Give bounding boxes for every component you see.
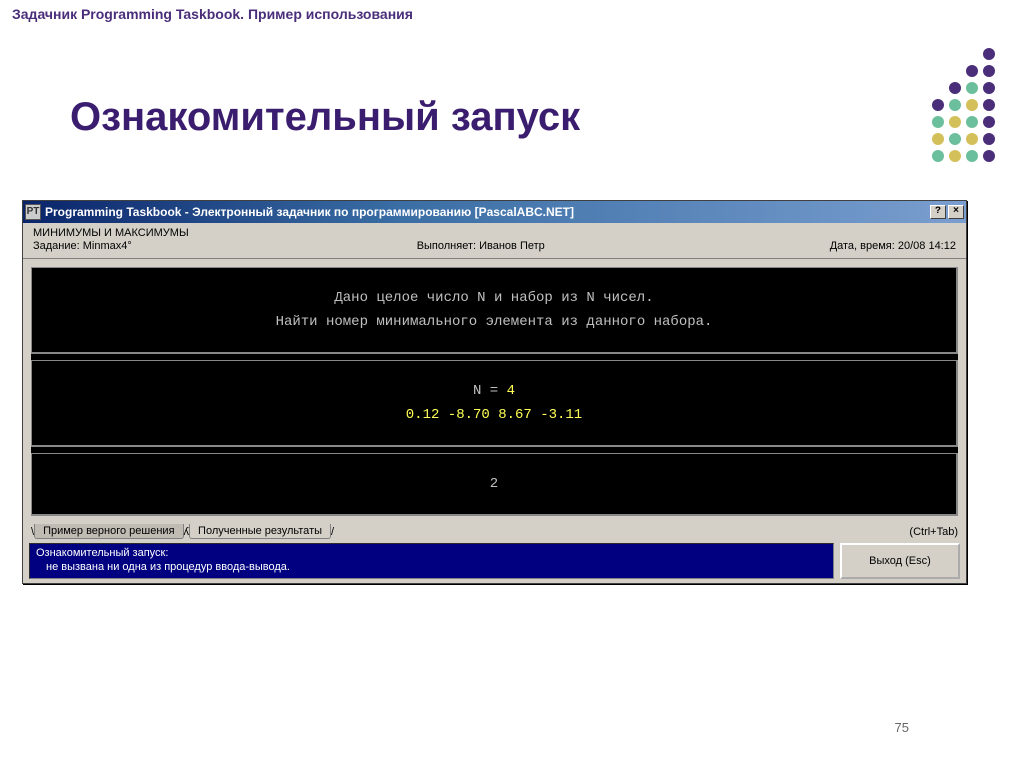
tab-shortcut-hint: (Ctrl+Tab) [909,526,958,538]
input-n-line: N = 4 [42,383,946,399]
task-description-panel: Дано целое число N и набор из N чисел. Н… [31,267,958,354]
tab-results[interactable]: Полученные результаты [189,524,331,539]
datetime-label: Дата, время: 20/08 14:12 [830,240,956,252]
input-values-line: 0.12 -8.70 8.67 -3.11 [42,407,946,423]
app-icon: PT [25,204,41,220]
exit-button[interactable]: Выход (Esc) [840,543,960,579]
page-number: 75 [895,720,909,735]
status-line-1: Ознакомительный запуск: [36,547,827,561]
close-button[interactable]: × [948,205,964,219]
status-message: Ознакомительный запуск: не вызвана ни од… [29,543,834,579]
decorative-dots [932,48,1014,164]
tab-example-solution[interactable]: Пример верного решения [34,524,183,539]
tabs-row: \ Пример верного решения ʎ Полученные ре… [23,524,966,541]
input-n-value: 4 [507,383,515,399]
status-line-2: не вызвана ни одна из процедур ввода-выв… [36,561,827,575]
window-title: Programming Taskbook - Электронный задач… [45,205,928,219]
section-label: МИНИМУМЫ И МАКСИМУМЫ [33,227,956,239]
desc-line-2: Найти номер минимального элемента из дан… [42,314,946,330]
slide-title: Ознакомительный запуск [70,95,580,140]
output-panel: 2 [31,453,958,516]
desc-line-1: Дано целое число N и набор из N чисел. [42,290,946,306]
bottom-bar: Ознакомительный запуск: не вызвана ни од… [23,541,966,583]
app-window: PT Programming Taskbook - Электронный за… [22,200,967,584]
task-label: Задание: Minmax4° [33,240,132,252]
info-bar: МИНИМУМЫ И МАКСИМУМЫ Задание: Minmax4° В… [23,223,966,259]
executor-label: Выполняет: Иванов Петр [417,240,545,252]
titlebar: PT Programming Taskbook - Электронный за… [23,201,966,223]
output-value: 2 [42,476,946,492]
slide-header: Задачник Programming Taskbook. Пример ис… [12,6,413,22]
input-data-panel: N = 4 0.12 -8.70 8.67 -3.11 [31,360,958,447]
input-n-prefix: N = [473,383,507,399]
help-button[interactable]: ? [930,205,946,219]
console-area: Дано целое число N и набор из N чисел. Н… [31,267,958,516]
